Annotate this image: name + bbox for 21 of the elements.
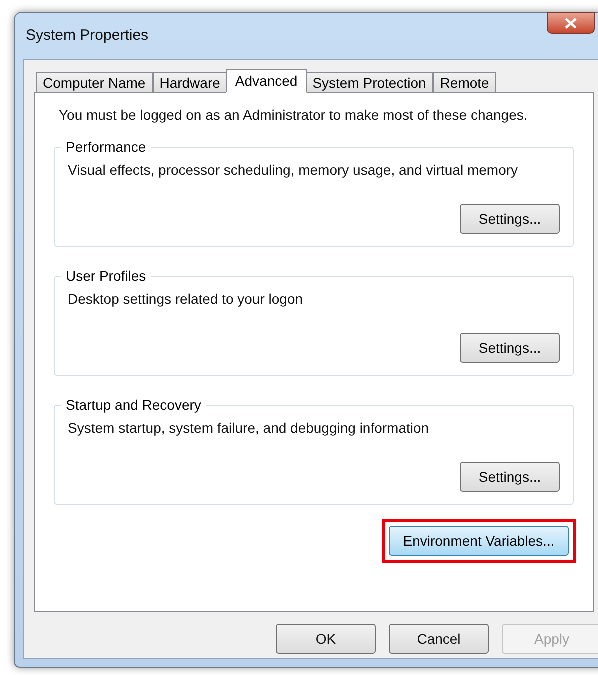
dialog-button[interactable]: OK — [276, 624, 376, 654]
close-button[interactable] — [547, 12, 595, 34]
settings-button[interactable]: Settings... — [460, 333, 560, 363]
group-description: System startup, system failure, and debugging information — [68, 419, 430, 438]
group-title: Startup and Recovery — [61, 397, 206, 413]
close-icon — [565, 18, 577, 28]
settings-button[interactable]: Settings... — [460, 204, 560, 234]
dialog-button[interactable]: Cancel — [389, 624, 489, 654]
group-description: Visual effects, processor scheduling, memory usage, and virtual memory — [68, 161, 520, 180]
environment-variables-button[interactable]: Environment Variables... — [389, 526, 569, 556]
tab[interactable]: Advanced — [226, 69, 307, 93]
tab[interactable]: System Protection — [306, 72, 434, 92]
group-title: Performance — [61, 139, 152, 155]
tab[interactable]: Computer Name — [36, 72, 153, 92]
window-title: System Properties — [26, 26, 149, 46]
group-description: Desktop settings related to your logon — [68, 290, 304, 309]
admin-notice: You must be logged on as an Administrator to make most of these changes. — [59, 106, 529, 125]
group-title: User Profiles — [61, 268, 152, 284]
tab[interactable]: Hardware — [152, 72, 228, 92]
tab[interactable]: Remote — [433, 72, 496, 92]
settings-button[interactable]: Settings... — [460, 462, 560, 492]
